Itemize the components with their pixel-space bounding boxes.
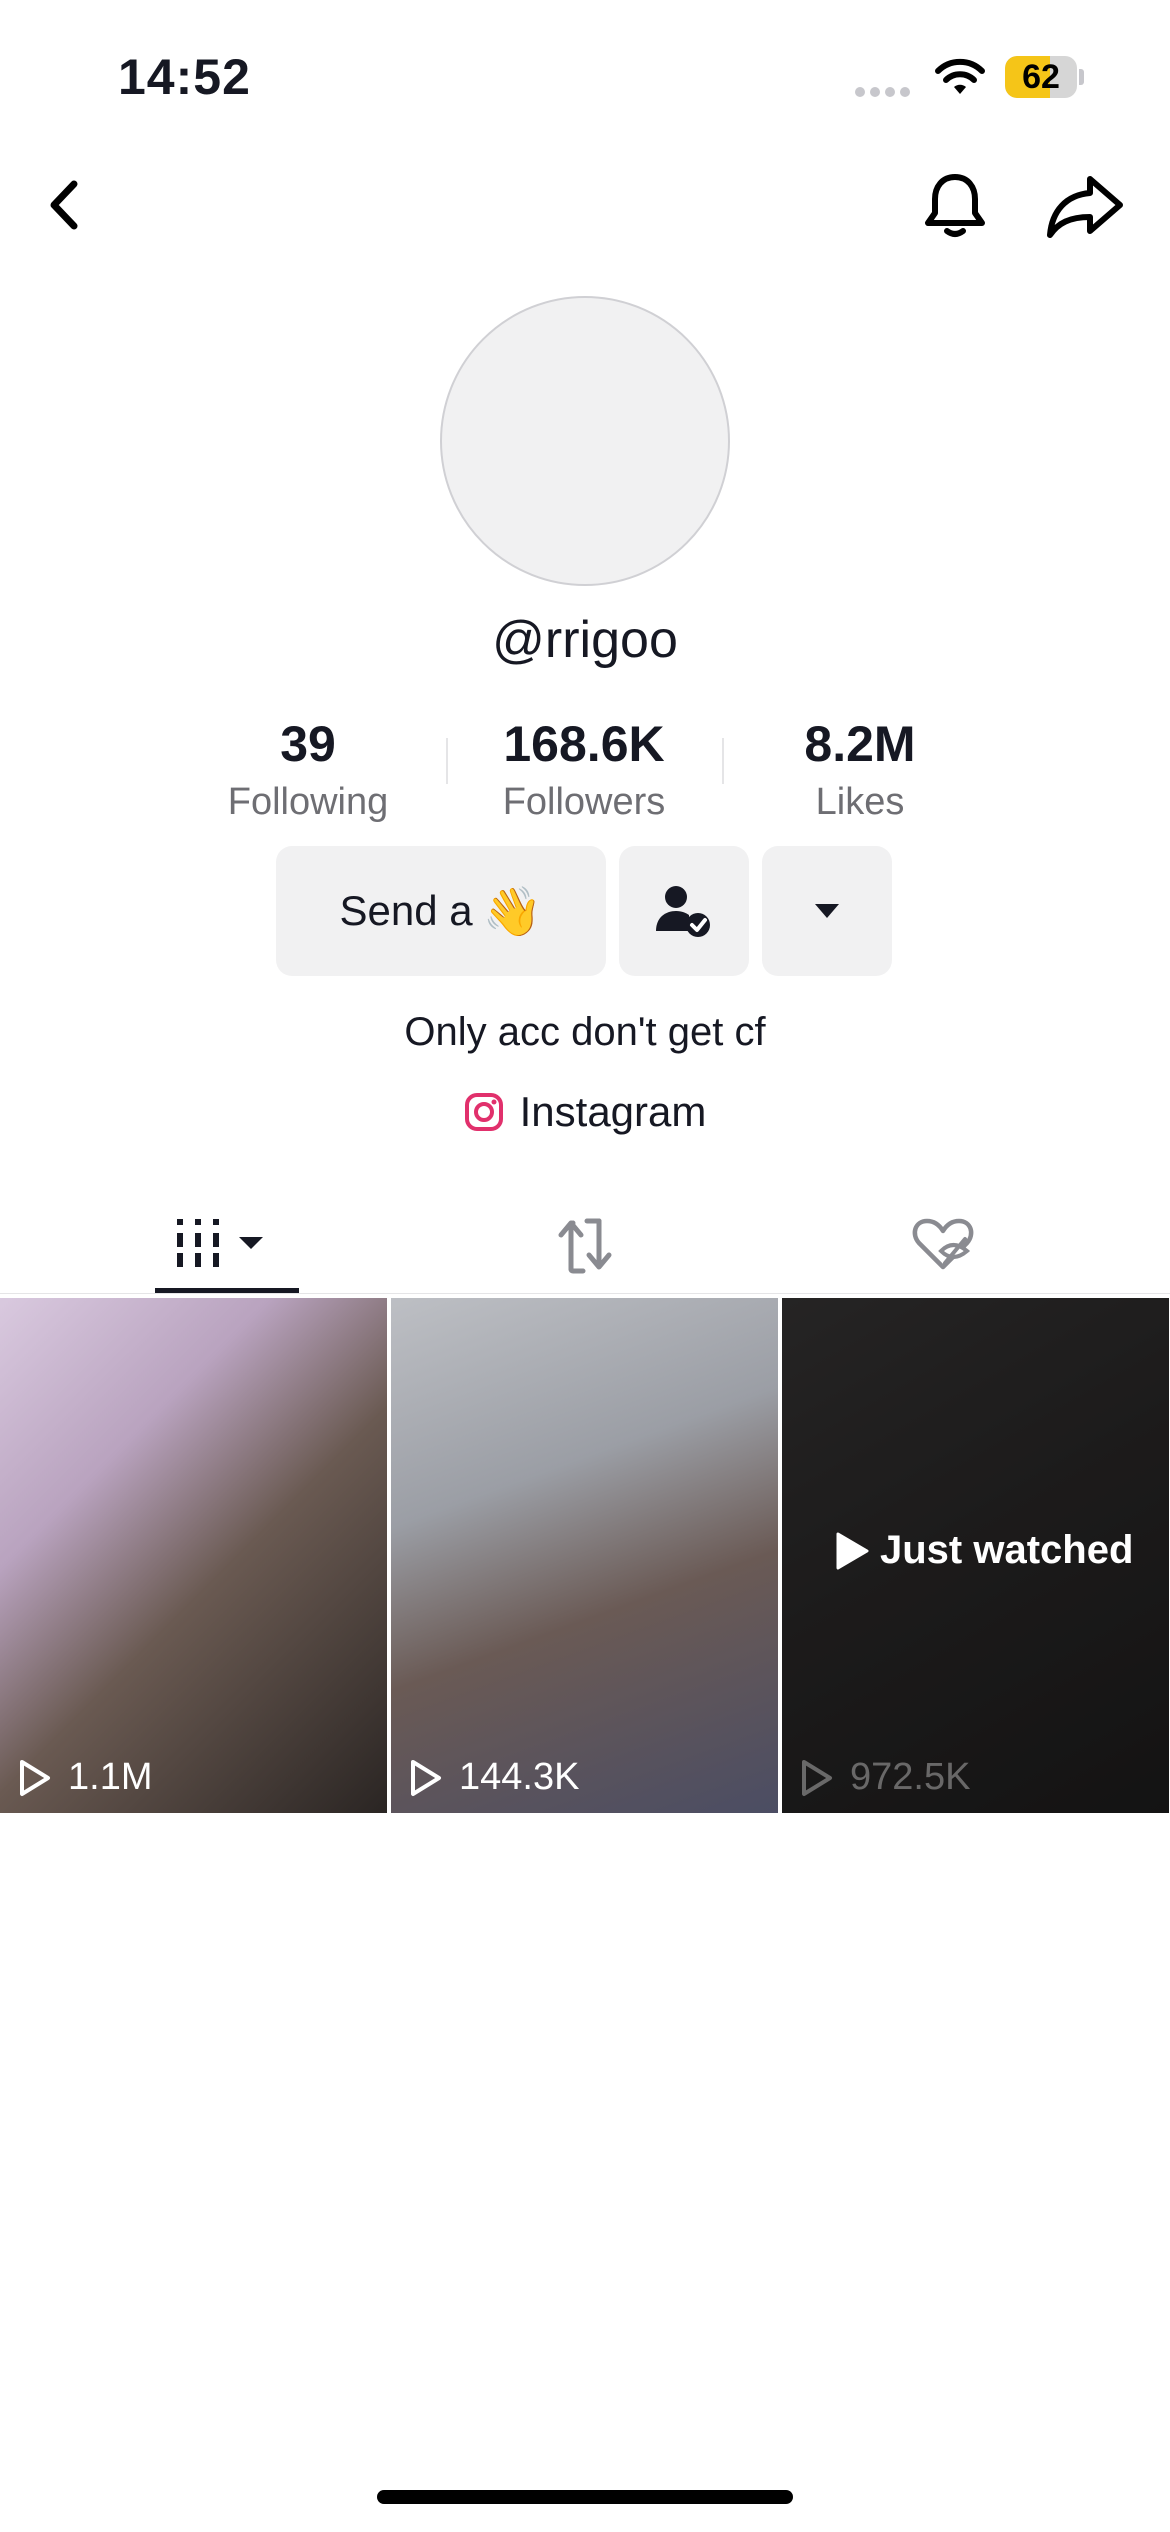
status-time: 14:52 (118, 49, 251, 105)
view-count-text: 1.1M (68, 1756, 153, 1798)
instagram-link[interactable]: Instagram (0, 1088, 1170, 1136)
home-indicator[interactable] (377, 2490, 793, 2504)
share-button[interactable] (1040, 165, 1130, 245)
profile-handle: @rrigoo (492, 611, 678, 669)
following-label: Following (227, 781, 389, 823)
just-watched-overlay: Just watched (834, 1528, 1133, 1573)
send-wave-label: Send a (339, 887, 473, 934)
caret-down-icon (815, 904, 839, 918)
video-thumbnail[interactable]: 1.1M (0, 1298, 387, 1813)
play-outline-icon (20, 1759, 50, 1796)
tab-reposts[interactable] (390, 1200, 780, 1290)
stat-divider (722, 738, 724, 784)
stat-likes: 8.2M Likes (730, 715, 990, 824)
following-status-button[interactable] (619, 846, 749, 976)
tab-videos[interactable] (32, 1200, 422, 1290)
play-filled-icon (836, 1532, 869, 1569)
video-thumbnail[interactable]: 144.3K (391, 1298, 778, 1813)
user-check-icon (656, 886, 710, 937)
battery-indicator: 62 (1005, 56, 1085, 98)
followers-label: Followers (502, 781, 666, 823)
chevron-left-icon (50, 180, 78, 230)
more-options-button[interactable] (762, 846, 892, 976)
hidden-heart-icon (912, 1218, 974, 1270)
grid-icon (177, 1219, 263, 1267)
likes-count: 8.2M (804, 716, 916, 772)
view-count: 972.5K (796, 1756, 970, 1799)
tab-liked-hidden[interactable] (748, 1200, 1138, 1290)
share-arrow-icon (1047, 176, 1123, 238)
following-count: 39 (280, 716, 336, 772)
instagram-link-label: Instagram (519, 1088, 707, 1135)
repost-icon (558, 1218, 612, 1274)
instagram-icon (464, 1093, 503, 1131)
view-count-text: 144.3K (459, 1756, 580, 1798)
view-count: 144.3K (405, 1756, 579, 1799)
tabs-divider (0, 1293, 1170, 1294)
profile-bio: Only acc don't get cf (404, 1010, 766, 1054)
likes-label: Likes (815, 781, 905, 823)
video-thumbnail-just-watched[interactable]: Just watched 972.5K (782, 1298, 1169, 1813)
profile-avatar[interactable] (440, 296, 730, 586)
play-outline-icon (411, 1759, 441, 1796)
back-button[interactable] (36, 170, 96, 240)
view-count-text: 972.5K (850, 1756, 971, 1798)
notification-bell-button[interactable] (915, 165, 995, 245)
just-watched-label: Just watched (880, 1528, 1134, 1572)
waving-hand-icon: 👋 (482, 885, 543, 939)
stat-divider (446, 738, 448, 784)
play-outline-icon (802, 1759, 832, 1796)
followers-count: 168.6K (503, 716, 665, 772)
view-count: 1.1M (14, 1756, 152, 1799)
wifi-icon (935, 58, 985, 98)
bell-icon (925, 174, 985, 237)
send-wave-button[interactable]: Send a 👋 (276, 846, 606, 976)
stat-following[interactable]: 39 Following (178, 715, 438, 824)
stat-followers[interactable]: 168.6K Followers (454, 715, 714, 824)
cellular-signal-icon (855, 84, 915, 97)
